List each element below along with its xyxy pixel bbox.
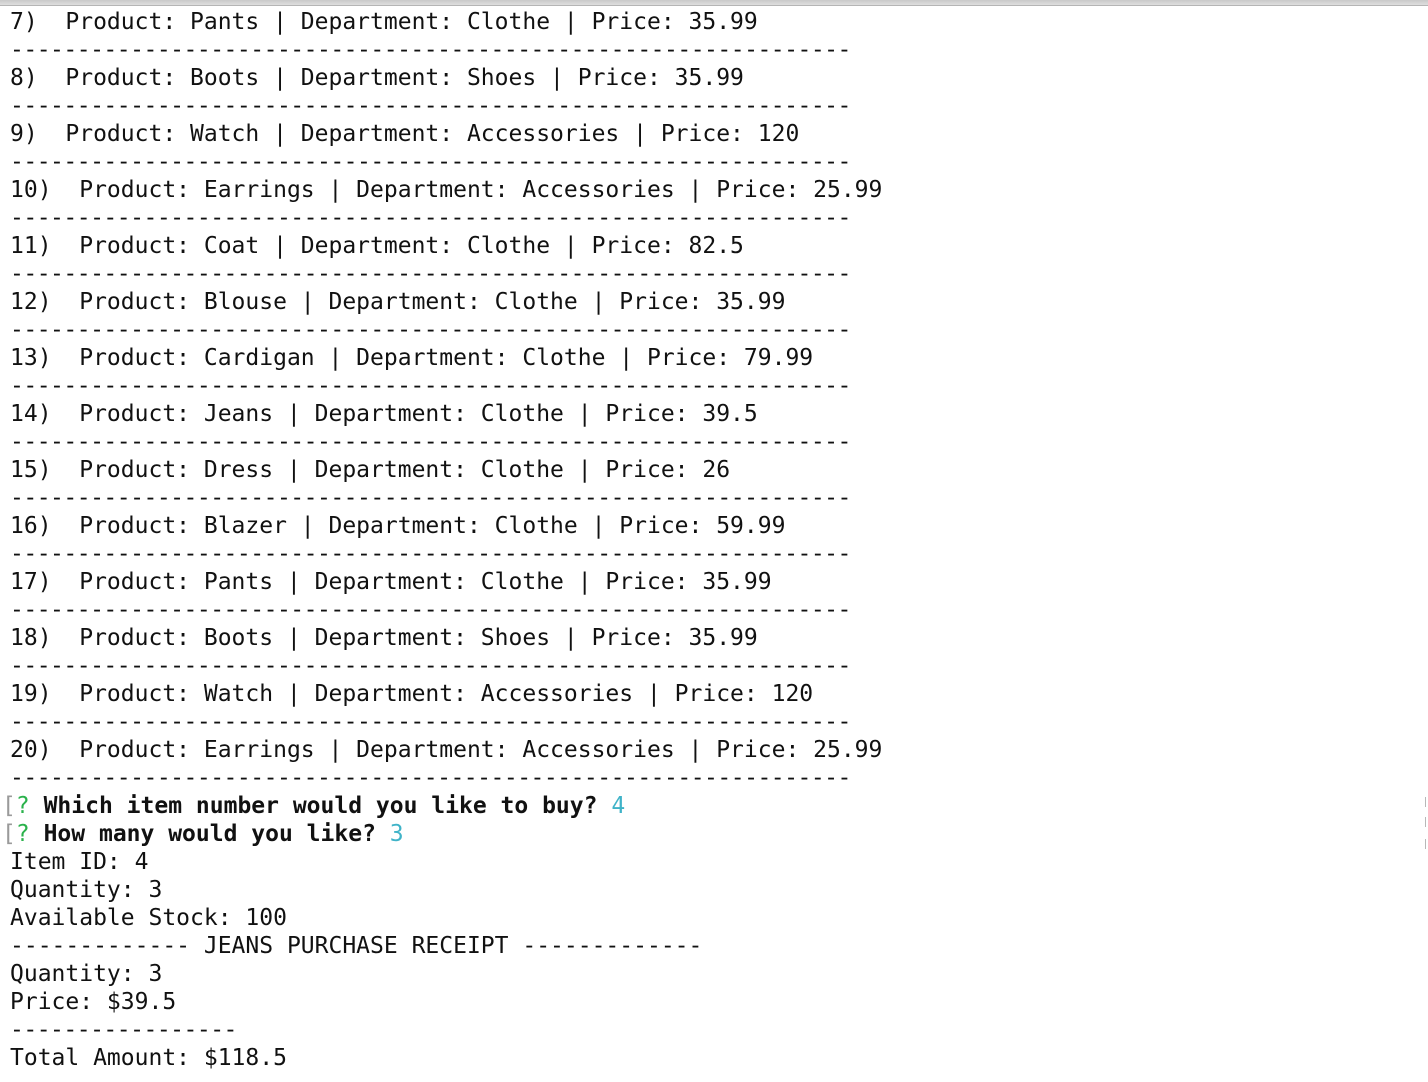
answer-input[interactable]: 4: [611, 793, 625, 819]
row-separator: ----------------------------------------…: [10, 709, 850, 735]
scrollbar-tick: [1419, 817, 1426, 827]
scrollbar-tick: [1419, 839, 1426, 849]
row-separator: ----------------------------------------…: [10, 317, 850, 343]
product-row: 16) Product: Blazer | Department: Clothe…: [10, 513, 786, 539]
answer-input[interactable]: 3: [390, 821, 404, 847]
prompt-quantity: [? How many would you like? 3: [2, 820, 1400, 848]
scrollbar-tick: [1419, 797, 1426, 807]
row-separator: ----------------------------------------…: [10, 205, 850, 231]
prompt-bracket: [: [2, 793, 16, 819]
product-list: 7) Product: Pants | Department: Clothe |…: [10, 8, 1400, 792]
row-separator: ----------------------------------------…: [10, 261, 850, 287]
question-text: Which item number would you like to buy?: [43, 793, 598, 819]
product-row: 19) Product: Watch | Department: Accesso…: [10, 681, 814, 707]
question-mark-icon: ?: [15, 793, 30, 819]
question-text: How many would you like?: [43, 821, 376, 847]
terminal-output: 7) Product: Pants | Department: Clothe |…: [2, 8, 1400, 1072]
row-separator: ----------------------------------------…: [10, 597, 850, 623]
row-separator: ----------------------------------------…: [10, 429, 850, 455]
product-row: 9) Product: Watch | Department: Accessor…: [10, 121, 800, 147]
available-stock-line: Available Stock: 100: [10, 905, 287, 931]
receipt-separator: --------------------: [10, 1017, 236, 1043]
receipt-price: Price: $39.5: [10, 989, 177, 1015]
quantity-line: Quantity: 3: [10, 877, 163, 903]
row-separator: ----------------------------------------…: [10, 653, 850, 679]
product-row: 12) Product: Blouse | Department: Clothe…: [10, 289, 786, 315]
product-row: 13) Product: Cardigan | Department: Clot…: [10, 345, 814, 371]
receipt-header: ------------- JEANS PURCHASE RECEIPT ---…: [10, 933, 703, 959]
row-separator: ----------------------------------------…: [10, 485, 850, 511]
product-row: 17) Product: Pants | Department: Clothe …: [10, 569, 772, 595]
prompt-item-number: [? Which item number would you like to b…: [2, 792, 1400, 820]
product-row: 7) Product: Pants | Department: Clothe |…: [10, 9, 758, 35]
question-mark-icon: ?: [15, 821, 30, 847]
prompt-bracket: [: [2, 821, 16, 847]
row-separator: ----------------------------------------…: [10, 373, 850, 399]
row-separator: ----------------------------------------…: [10, 149, 850, 175]
product-row: 11) Product: Coat | Department: Clothe |…: [10, 233, 744, 259]
item-id-line: Item ID: 4: [10, 849, 149, 875]
row-separator: ----------------------------------------…: [10, 37, 850, 63]
row-separator: ----------------------------------------…: [10, 765, 850, 791]
window-top-edge: [0, 0, 1428, 6]
product-row: 18) Product: Boots | Department: Shoes |…: [10, 625, 758, 651]
receipt-quantity: Quantity: 3: [10, 961, 163, 987]
product-row: 8) Product: Boots | Department: Shoes | …: [10, 65, 744, 91]
row-separator: ----------------------------------------…: [10, 541, 850, 567]
product-row: 10) Product: Earrings | Department: Acce…: [10, 177, 883, 203]
row-separator: ----------------------------------------…: [10, 93, 850, 119]
product-row: 20) Product: Earrings | Department: Acce…: [10, 737, 883, 763]
product-row: 15) Product: Dress | Department: Clothe …: [10, 457, 731, 483]
receipt-total: Total Amount: $118.5: [10, 1045, 287, 1071]
product-row: 14) Product: Jeans | Department: Clothe …: [10, 401, 758, 427]
